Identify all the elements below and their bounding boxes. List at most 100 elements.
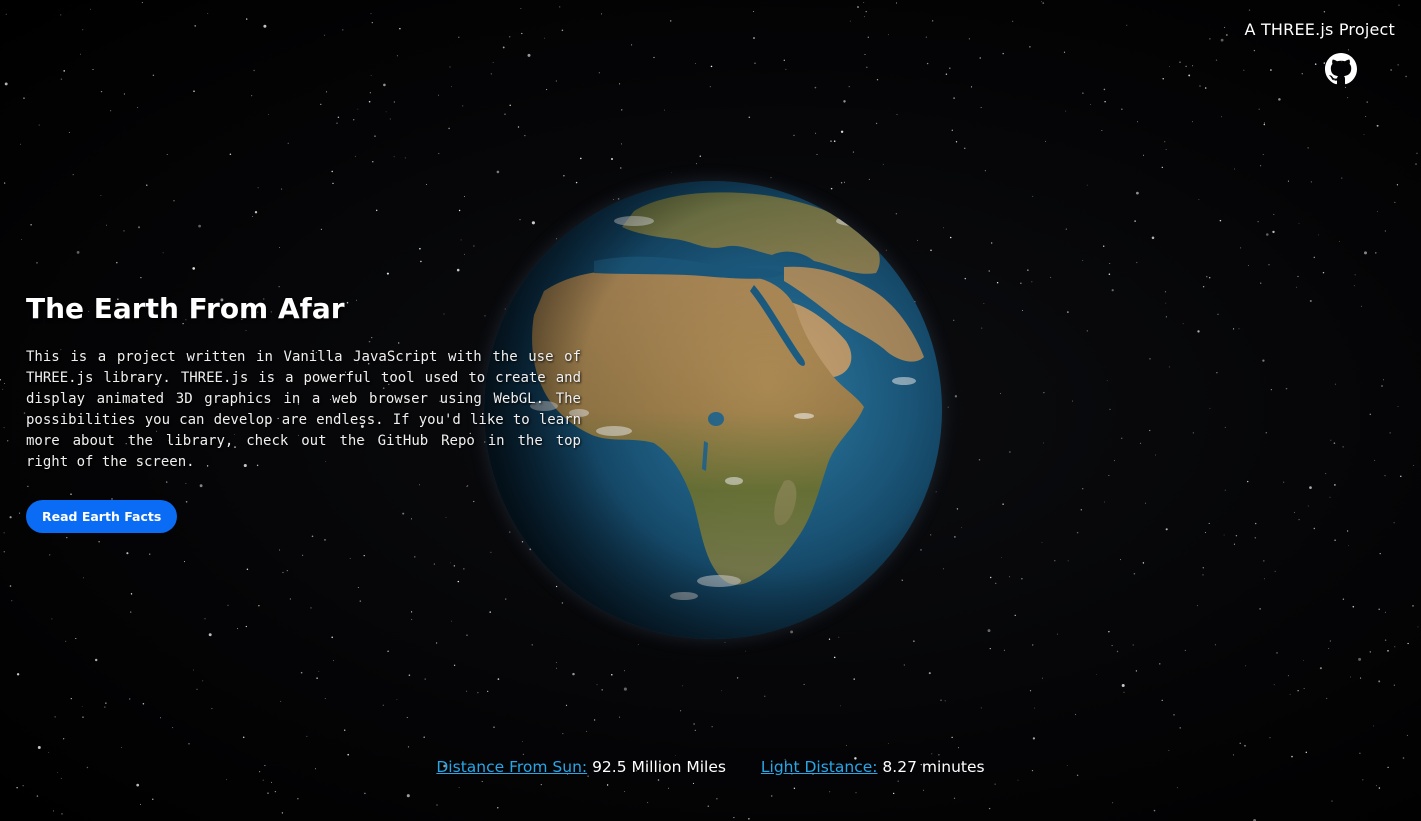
- star: [961, 527, 963, 529]
- star: [463, 196, 465, 198]
- star: [1042, 677, 1043, 679]
- star: [20, 143, 22, 145]
- star: [803, 683, 805, 685]
- star: [324, 698, 326, 699]
- star: [368, 100, 371, 103]
- star: [1074, 713, 1077, 716]
- light-distance-link[interactable]: Light Distance:: [761, 758, 878, 776]
- star: [1214, 644, 1216, 646]
- star: [1333, 442, 1336, 444]
- star: [1225, 34, 1228, 36]
- star: [1352, 605, 1355, 608]
- star: [840, 705, 841, 707]
- star: [1233, 543, 1235, 545]
- star: [1393, 684, 1395, 686]
- star: [466, 485, 468, 487]
- star: [346, 301, 349, 304]
- star: [418, 484, 420, 486]
- star: [556, 667, 557, 669]
- read-earth-facts-button[interactable]: Read Earth Facts: [26, 500, 178, 533]
- star: [693, 723, 695, 725]
- star: [1247, 480, 1249, 483]
- star: [867, 36, 869, 38]
- star: [716, 798, 718, 800]
- star: [1103, 245, 1105, 247]
- star: [1080, 509, 1082, 511]
- star: [647, 802, 649, 804]
- star: [1209, 407, 1211, 409]
- star: [522, 753, 524, 755]
- star: [1134, 220, 1136, 222]
- star: [1394, 646, 1396, 648]
- star: [1101, 129, 1103, 131]
- star: [1168, 366, 1170, 368]
- star: [980, 707, 982, 709]
- star: [694, 63, 696, 65]
- star: [866, 66, 868, 68]
- star: [675, 754, 676, 756]
- star: [436, 804, 438, 806]
- star: [793, 134, 795, 137]
- star: [736, 677, 739, 679]
- hero-title: The Earth From Afar: [26, 292, 345, 325]
- star: [790, 630, 794, 634]
- star: [1223, 534, 1225, 536]
- star: [286, 570, 288, 572]
- star: [473, 245, 475, 247]
- star: [1143, 154, 1145, 156]
- star: [1082, 260, 1084, 261]
- star: [137, 226, 141, 229]
- star: [1086, 184, 1088, 186]
- star: [490, 551, 492, 553]
- star: [357, 587, 359, 589]
- star: [371, 21, 373, 24]
- star: [1045, 140, 1046, 142]
- star: [1113, 460, 1115, 462]
- star: [343, 729, 346, 731]
- star: [420, 260, 422, 263]
- star: [1165, 149, 1167, 150]
- star: [617, 198, 620, 200]
- star: [1353, 285, 1355, 287]
- star: [930, 249, 932, 252]
- star: [252, 216, 253, 218]
- star: [555, 238, 557, 240]
- star: [389, 118, 391, 120]
- star: [1184, 649, 1186, 651]
- star: [1326, 697, 1328, 699]
- star: [938, 754, 940, 756]
- star: [2, 388, 4, 390]
- star: [457, 580, 460, 583]
- star: [451, 86, 453, 88]
- star: [1387, 650, 1389, 652]
- star: [555, 662, 557, 663]
- star: [106, 224, 107, 226]
- star: [166, 154, 168, 156]
- star: [1245, 665, 1247, 667]
- star: [129, 698, 131, 700]
- star: [278, 286, 280, 288]
- star: [1086, 330, 1088, 332]
- star: [116, 261, 118, 264]
- github-link[interactable]: [1325, 53, 1357, 85]
- star: [374, 135, 376, 137]
- star: [1263, 578, 1265, 580]
- star: [1374, 459, 1376, 461]
- star: [70, 493, 72, 495]
- star: [1407, 642, 1409, 645]
- star: [1233, 328, 1235, 330]
- star: [185, 501, 188, 503]
- star: [875, 122, 878, 125]
- star: [1379, 552, 1381, 555]
- star: [598, 72, 600, 74]
- star: [397, 342, 400, 344]
- star: [1173, 714, 1175, 716]
- star: [110, 110, 112, 112]
- distance-from-sun-link[interactable]: Distance From Sun:: [436, 758, 587, 776]
- star: [1322, 271, 1325, 274]
- star: [1014, 614, 1016, 616]
- star: [139, 803, 142, 805]
- star: [1198, 198, 1200, 200]
- star: [146, 184, 148, 186]
- star: [1263, 560, 1265, 562]
